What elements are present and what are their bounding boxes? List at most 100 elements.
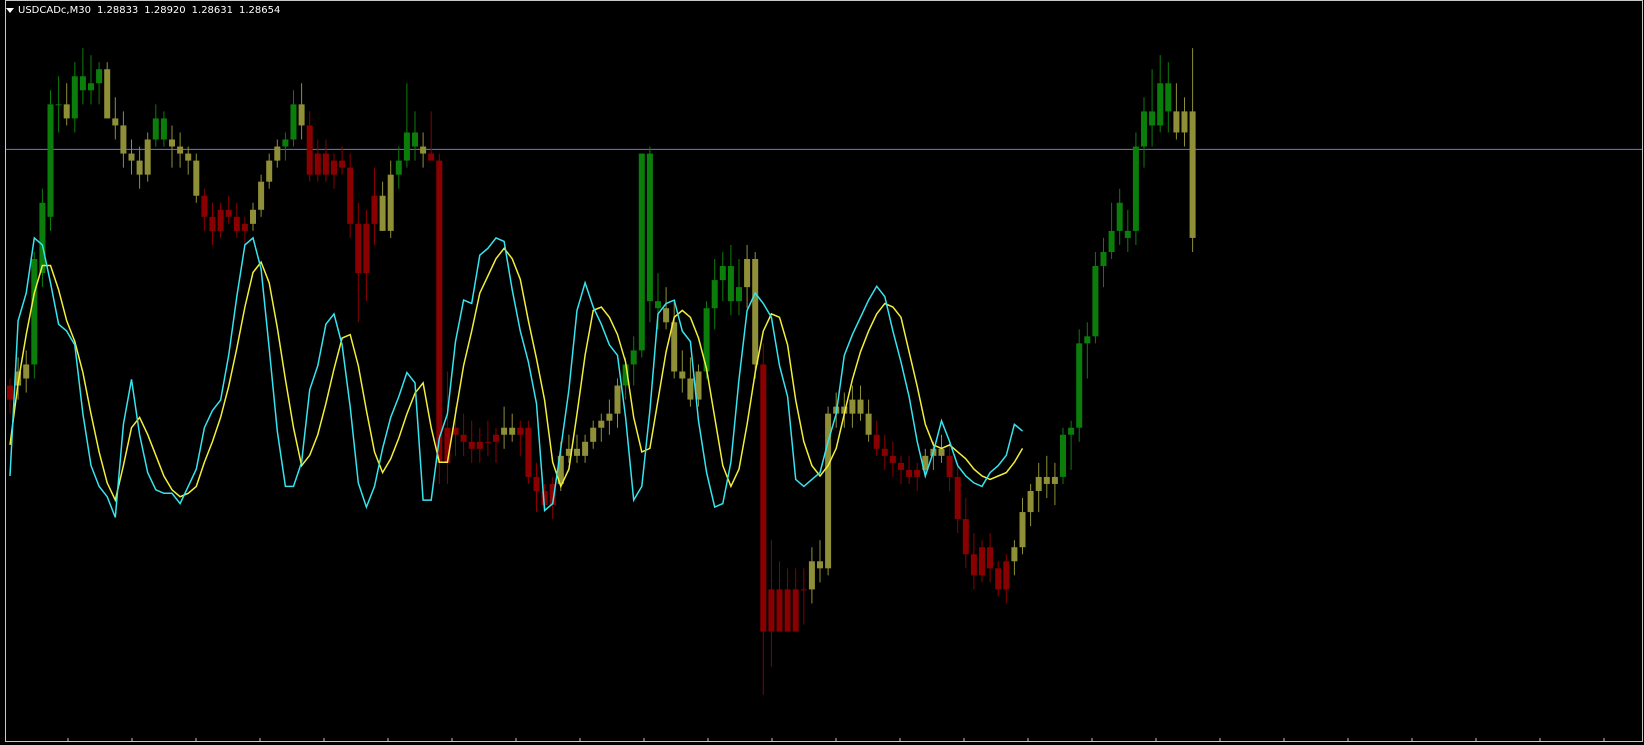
candle	[817, 540, 823, 583]
candle	[322, 139, 329, 182]
candle	[347, 153, 354, 238]
candle-body	[533, 476, 540, 491]
candle	[646, 146, 653, 323]
candle	[792, 568, 799, 632]
dropdown-triangle-icon[interactable]	[6, 8, 14, 13]
chart-header: USDCADc, M30 1.28833 1.28920 1.28631 1.28…	[6, 5, 280, 16]
candle	[444, 371, 451, 484]
candle	[549, 476, 556, 520]
candle-body	[1003, 561, 1010, 590]
candle-body	[225, 209, 232, 217]
candle-body	[233, 216, 240, 231]
candle	[671, 301, 678, 379]
candle-body	[946, 455, 953, 477]
candle	[744, 244, 751, 309]
candle	[7, 378, 13, 414]
candle-body	[606, 413, 613, 421]
candle-body	[979, 547, 985, 576]
candle-body	[371, 195, 378, 224]
candle	[1092, 251, 1099, 344]
candle-body	[800, 589, 807, 591]
candle-body	[306, 125, 313, 175]
candle	[1181, 97, 1188, 147]
candle	[306, 111, 313, 182]
candle-body	[1189, 111, 1196, 238]
chart-window[interactable]: USDCADc, M30 1.28833 1.28920 1.28631 1.28…	[0, 0, 1644, 745]
candle	[1060, 427, 1066, 484]
candle	[420, 132, 427, 168]
candle	[849, 385, 856, 428]
candle-body	[96, 69, 103, 84]
candle-body	[1092, 266, 1099, 337]
candle	[525, 420, 532, 484]
candle-body	[258, 181, 265, 210]
candle-body	[574, 448, 580, 456]
candle-body	[962, 519, 969, 555]
candle	[1003, 554, 1010, 604]
candle-body	[144, 139, 151, 175]
candle	[371, 167, 378, 245]
candle	[1141, 97, 1147, 168]
candle-body	[493, 434, 499, 442]
candle	[1189, 48, 1196, 252]
candle-body	[857, 399, 864, 414]
candle-body	[1132, 146, 1139, 231]
candle-body	[873, 434, 880, 449]
candle-body	[363, 223, 370, 274]
candle	[250, 202, 256, 231]
candle	[63, 83, 70, 126]
candle	[1116, 188, 1123, 245]
candle-body	[808, 561, 815, 590]
candle-body	[201, 195, 208, 217]
candle-body	[136, 160, 143, 175]
candle	[55, 76, 62, 133]
candle	[144, 132, 151, 182]
candle	[590, 420, 597, 449]
candle-body	[47, 104, 54, 217]
candle-body	[355, 223, 362, 274]
candle-body	[736, 287, 742, 302]
candle-body	[120, 125, 127, 154]
candle	[962, 498, 969, 569]
candle-body	[128, 153, 135, 161]
candle	[112, 97, 119, 140]
candle	[768, 540, 775, 667]
candle	[128, 139, 135, 175]
candle	[363, 209, 370, 302]
candle-body	[241, 223, 248, 231]
candle	[233, 202, 240, 238]
candle	[719, 251, 726, 302]
candle	[47, 90, 54, 231]
timeframe-label: M30	[69, 5, 91, 16]
candle	[760, 343, 767, 695]
candle-body	[266, 160, 273, 182]
candle-body	[209, 216, 216, 231]
candle-body	[744, 259, 751, 288]
price-chart[interactable]	[0, 0, 1644, 745]
candle-body	[687, 378, 694, 400]
stochastic-signal-line	[9, 247, 1024, 503]
candle	[1011, 540, 1018, 576]
candle-body	[282, 139, 289, 147]
candle-body	[71, 76, 78, 119]
candle	[954, 462, 961, 534]
candle-body	[412, 132, 418, 147]
candle-body	[760, 364, 767, 632]
candle	[428, 111, 435, 161]
candle-body	[1173, 111, 1180, 133]
candle-body	[185, 153, 192, 161]
candle	[606, 399, 613, 435]
candle	[88, 55, 94, 105]
candle	[995, 561, 1002, 597]
candle	[403, 83, 410, 168]
candle-body	[598, 420, 605, 428]
candle-body	[1157, 83, 1164, 126]
candle-body	[476, 441, 483, 449]
candle	[1035, 462, 1042, 513]
candle	[460, 413, 467, 456]
candle-body	[1100, 251, 1107, 267]
candle	[177, 132, 184, 168]
candle	[484, 420, 491, 456]
candle-body	[517, 427, 524, 435]
candle	[23, 350, 30, 393]
